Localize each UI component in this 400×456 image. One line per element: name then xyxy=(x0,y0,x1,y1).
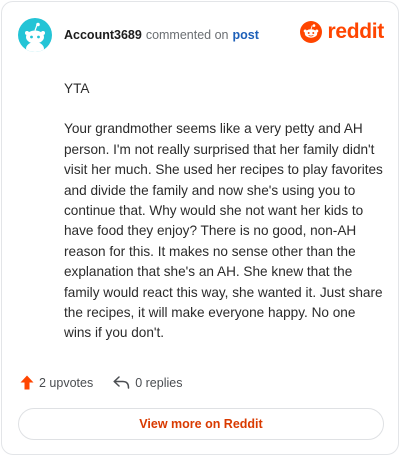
reply-stat[interactable]: 0 replies xyxy=(113,376,182,390)
user-avatar[interactable] xyxy=(18,18,52,52)
reddit-logo[interactable]: reddit xyxy=(300,20,384,44)
upvote-stat[interactable]: 2 upvotes xyxy=(20,375,93,390)
username[interactable]: Account3689 xyxy=(64,28,142,42)
comment-paragraph: Your grandmother seems like a very petty… xyxy=(64,121,383,341)
upvote-arrow-icon xyxy=(20,375,34,390)
comment-meta: Account3689 commented on post xyxy=(64,28,259,42)
comment-paragraph: YTA xyxy=(64,81,90,96)
comment-embed-card: Account3689 commented on post reddit YTA… xyxy=(1,1,399,455)
view-more-on-reddit-button[interactable]: View more on Reddit xyxy=(18,408,384,440)
post-link[interactable]: post xyxy=(233,28,259,42)
action-text: commented on xyxy=(145,28,229,42)
snoo-avatar-icon xyxy=(25,22,45,52)
upvote-count: 2 upvotes xyxy=(39,375,94,390)
comment-footer: 2 upvotes 0 replies xyxy=(20,375,182,390)
comment-body: YTA Your grandmother seems like a very p… xyxy=(64,79,386,364)
reply-arrow-icon xyxy=(113,376,130,389)
brand-wordmark: reddit xyxy=(327,20,384,43)
comment-header: Account3689 commented on post reddit xyxy=(18,17,384,53)
reply-count: 0 replies xyxy=(135,375,183,390)
reddit-snoo-icon xyxy=(300,21,323,43)
